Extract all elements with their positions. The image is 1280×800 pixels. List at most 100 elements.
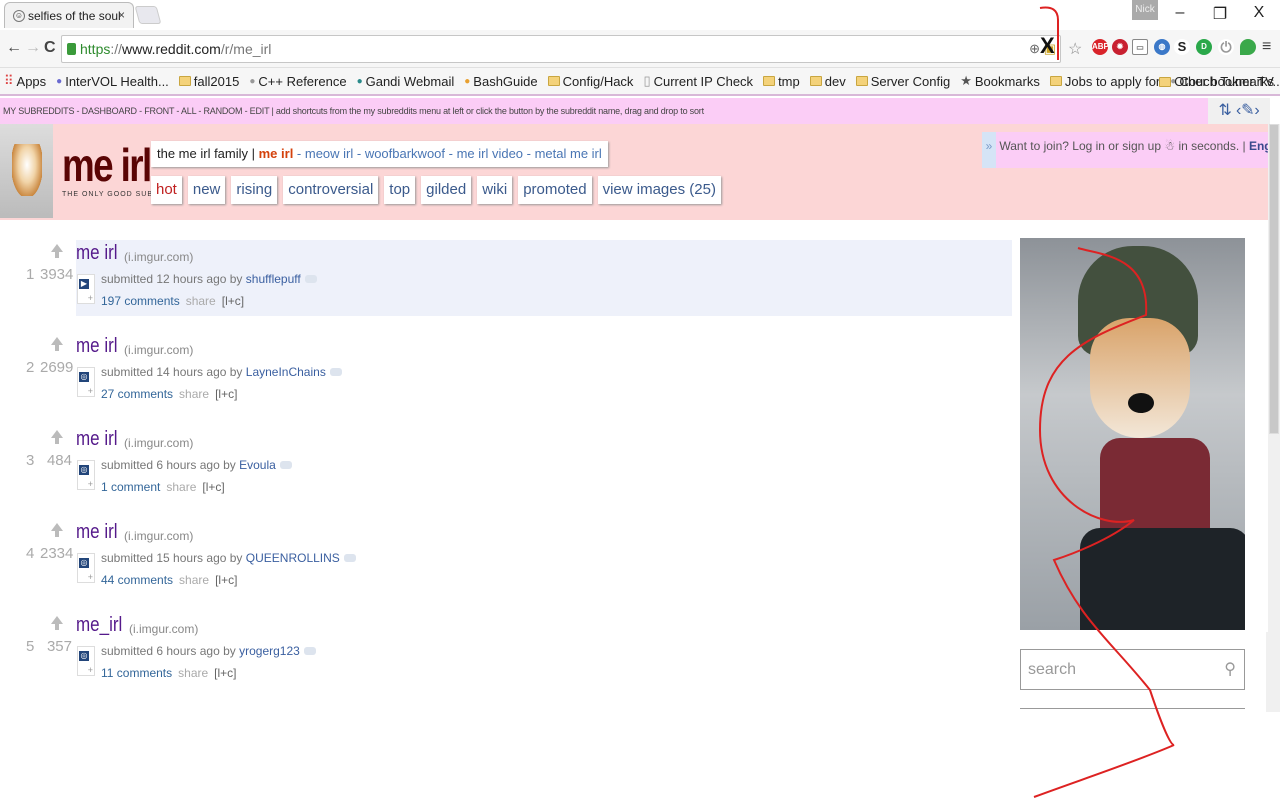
post-domain[interactable]: (i.imgur.com) bbox=[124, 250, 193, 264]
tab-rising[interactable]: rising bbox=[231, 176, 278, 204]
post-author[interactable]: shufflepuff bbox=[246, 272, 301, 286]
comments-link[interactable]: 11 comments bbox=[101, 666, 172, 680]
share-link[interactable]: share bbox=[178, 666, 208, 680]
lc-link[interactable]: [l+c] bbox=[202, 480, 224, 494]
bookmark-item[interactable]: Config/Hack bbox=[547, 74, 633, 89]
lc-link[interactable]: [l+c] bbox=[222, 294, 244, 308]
bookmark-item[interactable]: ★ Bookmarks bbox=[960, 73, 1040, 89]
subreddit-bar-text[interactable]: MY SUBREDDITS - DASHBOARD - FRONT - ALL … bbox=[3, 106, 704, 116]
chrome-menu-icon[interactable]: ≡ bbox=[1262, 38, 1271, 56]
comments-link[interactable]: 27 comments bbox=[101, 387, 173, 401]
restore-button[interactable]: ❐ bbox=[1205, 4, 1235, 24]
post-title[interactable]: me_irl bbox=[76, 614, 122, 637]
header-dog-image[interactable] bbox=[0, 124, 53, 218]
lc-link[interactable]: [l+c] bbox=[215, 387, 237, 401]
subreddit-logo[interactable]: me irl bbox=[62, 138, 152, 192]
address-bar[interactable]: https://www.reddit.com/r/me_irl ⊕ ▣ bbox=[61, 35, 1061, 63]
post-title[interactable]: me irl bbox=[76, 428, 118, 451]
tab-controversial[interactable]: controversial bbox=[283, 176, 379, 204]
other-bookmarks[interactable]: Other bookmarks bbox=[1159, 74, 1274, 89]
tab-gilded[interactable]: gilded bbox=[421, 176, 472, 204]
post-domain[interactable]: (i.imgur.com) bbox=[124, 529, 193, 543]
expando-button[interactable]: ◎ + bbox=[77, 367, 95, 397]
bookmark-item[interactable]: fall2015 bbox=[178, 74, 239, 89]
bookmark-star-icon[interactable]: ☆ bbox=[1068, 39, 1082, 59]
cast-icon[interactable]: ▭ bbox=[1132, 39, 1148, 55]
share-link[interactable]: share bbox=[179, 387, 209, 401]
family-current[interactable]: me irl bbox=[259, 146, 294, 161]
adblock-icon[interactable]: ABP bbox=[1092, 39, 1109, 55]
bookmark-item[interactable]: ▯ Current IP Check bbox=[643, 73, 753, 89]
post-title[interactable]: me irl bbox=[76, 335, 118, 358]
tag-icon[interactable] bbox=[279, 461, 292, 469]
close-window-button[interactable]: X bbox=[1244, 4, 1274, 22]
tag-icon[interactable] bbox=[303, 647, 316, 655]
comments-link[interactable]: 197 comments bbox=[101, 294, 180, 308]
extension-x-icon[interactable]: X bbox=[1040, 33, 1055, 59]
tab-hot[interactable]: hot bbox=[151, 176, 182, 204]
bookmark-item[interactable]: ● C++ Reference bbox=[249, 74, 346, 89]
bookmark-item[interactable]: Jobs to apply for bbox=[1049, 74, 1160, 89]
share-link[interactable]: share bbox=[166, 480, 196, 494]
tag-icon[interactable] bbox=[343, 554, 356, 562]
d-extension-icon[interactable]: D bbox=[1196, 39, 1212, 55]
tab-top[interactable]: top bbox=[384, 176, 416, 204]
search-icon[interactable]: ⚲ bbox=[1224, 650, 1236, 690]
tag-icon[interactable] bbox=[304, 275, 317, 283]
tab-new[interactable]: new bbox=[187, 176, 226, 204]
expando-button[interactable]: ◎ + bbox=[77, 646, 95, 676]
page-scrollbar[interactable] bbox=[1268, 124, 1280, 704]
minimize-button[interactable]: – bbox=[1165, 4, 1195, 22]
post-author[interactable]: LayneInChains bbox=[246, 365, 326, 379]
bookmark-item[interactable]: tmp bbox=[763, 74, 800, 89]
globe-icon[interactable]: ◍ bbox=[1154, 39, 1170, 55]
bookmark-item[interactable]: ● InterVOL Health... bbox=[56, 74, 169, 89]
share-link[interactable]: share bbox=[186, 294, 216, 308]
forward-button[interactable]: → bbox=[25, 39, 41, 57]
upvote-arrow-icon[interactable] bbox=[51, 244, 63, 258]
tab-promoted[interactable]: promoted bbox=[518, 176, 592, 204]
extension-burst-icon[interactable]: ✹ bbox=[1112, 39, 1128, 55]
bookmark-item[interactable]: dev bbox=[809, 74, 846, 89]
zoom-icon[interactable]: ⊕ bbox=[1029, 41, 1040, 56]
reload-button[interactable]: C bbox=[44, 39, 56, 57]
tab-view[interactable]: view images (25) bbox=[597, 176, 721, 204]
search-input[interactable]: search ⚲ bbox=[1020, 649, 1245, 690]
tag-icon[interactable] bbox=[329, 368, 342, 376]
comments-link[interactable]: 1 comment bbox=[101, 480, 160, 494]
post-title[interactable]: me irl bbox=[76, 242, 118, 265]
comments-link[interactable]: 44 comments bbox=[101, 573, 173, 587]
tab-wiki[interactable]: wiki bbox=[477, 176, 513, 204]
tab-close-icon[interactable]: × bbox=[118, 8, 125, 22]
lc-link[interactable]: [l+c] bbox=[214, 666, 236, 680]
family-link-list[interactable]: - meow irl - woofbarkwoof - me irl video… bbox=[293, 146, 602, 161]
expand-chevron-icon[interactable]: » bbox=[982, 132, 996, 168]
evernote-icon[interactable] bbox=[1240, 39, 1256, 55]
post-domain[interactable]: (i.imgur.com) bbox=[124, 343, 193, 357]
post-title[interactable]: me irl bbox=[76, 521, 118, 544]
post-author[interactable]: yrogerg123 bbox=[239, 644, 300, 658]
bookmark-item[interactable]: ● Gandi Webmail bbox=[357, 74, 455, 89]
join-text[interactable]: Want to join? Log in or sign up bbox=[999, 139, 1161, 153]
post-author[interactable]: Evoula bbox=[239, 458, 276, 472]
subreddit-bar-controls[interactable]: ⇅ ‹✎› bbox=[1208, 98, 1270, 124]
lc-link[interactable]: [l+c] bbox=[215, 573, 237, 587]
new-tab-button[interactable] bbox=[134, 6, 162, 24]
scrollbar-thumb[interactable] bbox=[1269, 124, 1279, 434]
bookmark-item[interactable]: ⠿ Apps bbox=[4, 73, 46, 89]
expando-button[interactable]: ◎ + bbox=[77, 553, 95, 583]
profile-badge[interactable]: Nick bbox=[1132, 0, 1158, 20]
upvote-arrow-icon[interactable] bbox=[51, 616, 63, 630]
power-icon[interactable]: ⏻ bbox=[1218, 39, 1234, 55]
post-domain[interactable]: (i.imgur.com) bbox=[124, 436, 193, 450]
share-link[interactable]: share bbox=[179, 573, 209, 587]
upvote-arrow-icon[interactable] bbox=[51, 337, 63, 351]
back-button[interactable]: ← bbox=[6, 39, 22, 57]
post-author[interactable]: QUEENROLLINS bbox=[246, 551, 340, 565]
upvote-arrow-icon[interactable] bbox=[51, 430, 63, 444]
expando-button[interactable]: ▶ + bbox=[77, 274, 95, 304]
s-extension-icon[interactable]: S bbox=[1174, 39, 1190, 55]
browser-tab[interactable]: ☺ selfies of the soul × bbox=[4, 2, 134, 28]
bookmark-item[interactable]: ● BashGuide bbox=[464, 74, 537, 89]
upvote-arrow-icon[interactable] bbox=[51, 523, 63, 537]
